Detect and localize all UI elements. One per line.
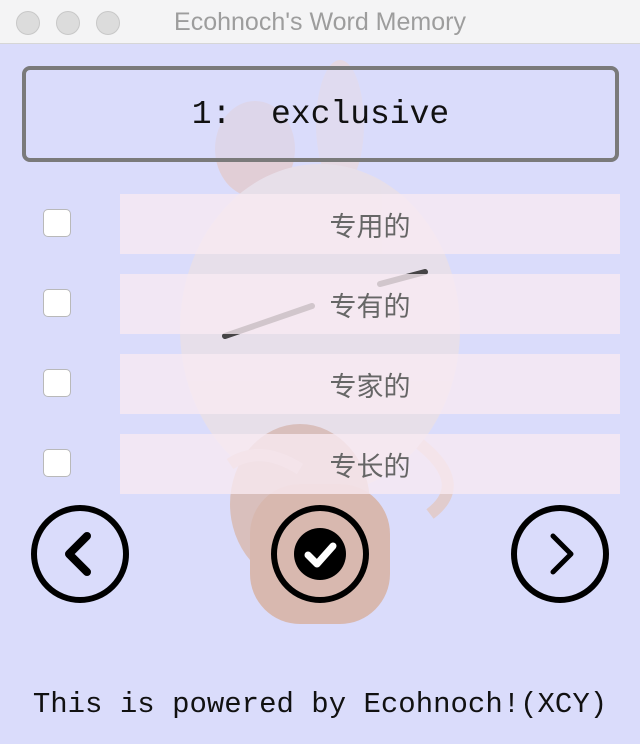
option-label-4[interactable]: 专长的 (120, 434, 620, 494)
option-checkbox-1[interactable] (43, 209, 71, 237)
option-row-2[interactable]: 专有的 (0, 274, 640, 334)
option-label-1[interactable]: 专用的 (120, 194, 620, 254)
chevron-right-icon (511, 505, 609, 603)
chevron-left-icon (31, 505, 129, 603)
next-button[interactable] (510, 504, 610, 604)
option-checkbox-3[interactable] (43, 369, 71, 397)
option-checkbox-4[interactable] (43, 449, 71, 477)
title-bar[interactable]: Ecohnoch's Word Memory (0, 0, 640, 44)
option-row-3[interactable]: 专家的 (0, 354, 640, 414)
option-row-1[interactable]: 专用的 (0, 194, 640, 254)
window-title: Ecohnoch's Word Memory (174, 8, 466, 36)
main-content: 1: exclusive 专用的 专有的 专家的 专长的 This is pow… (0, 44, 640, 744)
check-circle-icon (271, 505, 369, 603)
footer-credit: This is powered by Ecohnoch!(XCY) (32, 688, 608, 721)
option-checkbox-2[interactable] (43, 289, 71, 317)
question-word-box: 1: exclusive (22, 66, 619, 162)
option-label-3[interactable]: 专家的 (120, 354, 620, 414)
option-label-2[interactable]: 专有的 (120, 274, 620, 334)
previous-button[interactable] (30, 504, 130, 604)
submit-answer-button[interactable] (270, 504, 370, 604)
app-window: Ecohnoch's Word Memory 1: exclusive 专用的 (0, 0, 640, 744)
option-row-4[interactable]: 专长的 (0, 434, 640, 494)
